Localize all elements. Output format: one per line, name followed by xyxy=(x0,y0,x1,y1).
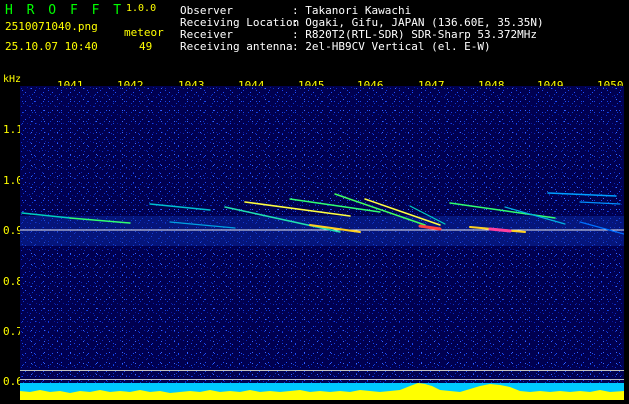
app-version: 1.0.0 xyxy=(126,3,157,14)
signal-level-svg xyxy=(20,383,624,400)
spectrogram-svg xyxy=(20,86,624,392)
info-location-key: Receiving Location xyxy=(180,16,300,29)
info-location-value: : Ogaki, Gifu, JAPAN (136.60E, 35.35N) xyxy=(292,16,544,29)
axis-unit-label: kHz xyxy=(3,74,22,85)
meteor-count: 49 xyxy=(139,40,153,53)
reference-line-lower xyxy=(20,379,624,380)
reference-line-upper xyxy=(20,370,624,371)
info-antenna-key: Receiving antenna xyxy=(180,40,293,53)
noise-band xyxy=(20,216,624,246)
signal-level-strip xyxy=(20,383,624,400)
header-panel: H R O F F T 1.0.0 2510071040.png meteor … xyxy=(0,0,629,76)
spectrogram-plot xyxy=(20,86,624,392)
info-receiver-value: : R820T2(RTL-SDR) SDR-Sharp 53.372MHz xyxy=(292,28,538,41)
info-observer-value: : Takanori Kawachi xyxy=(292,4,412,17)
file-name: 2510071040.png xyxy=(5,20,98,33)
info-antenna-value: : 2el-HB9CV Vertical (el. E-W) xyxy=(292,40,491,53)
app-title: H R O F F T xyxy=(5,3,125,18)
file-datetime: 25.10.07 10:40 xyxy=(5,40,98,53)
info-observer-key: Observer xyxy=(180,4,233,17)
meteor-label: meteor xyxy=(124,26,164,39)
meteor-trace xyxy=(488,227,512,233)
info-receiver-key: Receiver xyxy=(180,28,233,41)
